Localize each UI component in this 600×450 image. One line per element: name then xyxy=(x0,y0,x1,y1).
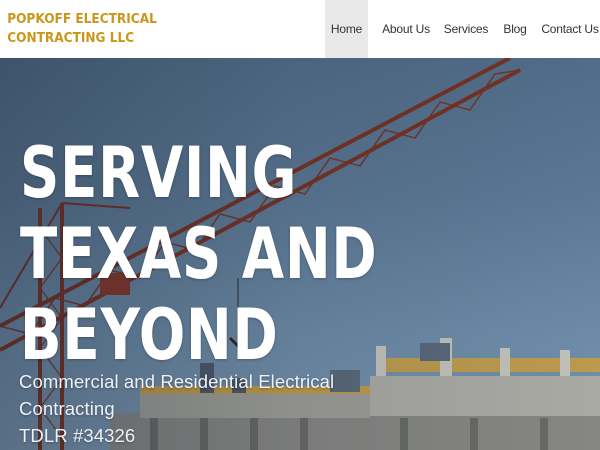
brand-line-1[interactable]: POPKOFF ELECTRICAL xyxy=(7,10,157,29)
nav-contact-us[interactable]: Contact Us xyxy=(541,0,599,58)
hero-title: SERVING TEXAS AND BEYOND xyxy=(20,132,378,376)
main-nav: Home About Us Services Blog Contact Us xyxy=(325,0,600,58)
nav-services[interactable]: Services xyxy=(443,0,489,58)
brand-line-2[interactable]: CONTRACTING LLC xyxy=(7,29,157,48)
hero-subtitle-line-2: Contracting xyxy=(19,398,115,419)
hero-subtitle-line-1: Commercial and Residential Electrical xyxy=(19,371,335,392)
hero-title-line-2: TEXAS AND xyxy=(20,213,378,295)
hero-title-line-1: SERVING xyxy=(20,132,298,214)
brand-logo[interactable]: POPKOFF ELECTRICAL CONTRACTING LLC xyxy=(0,10,157,48)
nav-blog[interactable]: Blog xyxy=(500,0,530,58)
nav-about-us[interactable]: About Us xyxy=(380,0,432,58)
hero-section: SERVING TEXAS AND BEYOND Commercial and … xyxy=(0,58,600,450)
hero-subtitle: Commercial and Residential Electrical Co… xyxy=(19,368,349,449)
nav-home[interactable]: Home xyxy=(325,0,368,58)
hero-title-line-3: BEYOND xyxy=(20,294,279,376)
site-header: POPKOFF ELECTRICAL CONTRACTING LLC Home … xyxy=(0,0,600,58)
hero-license-number: TDLR #34326 xyxy=(19,425,136,446)
